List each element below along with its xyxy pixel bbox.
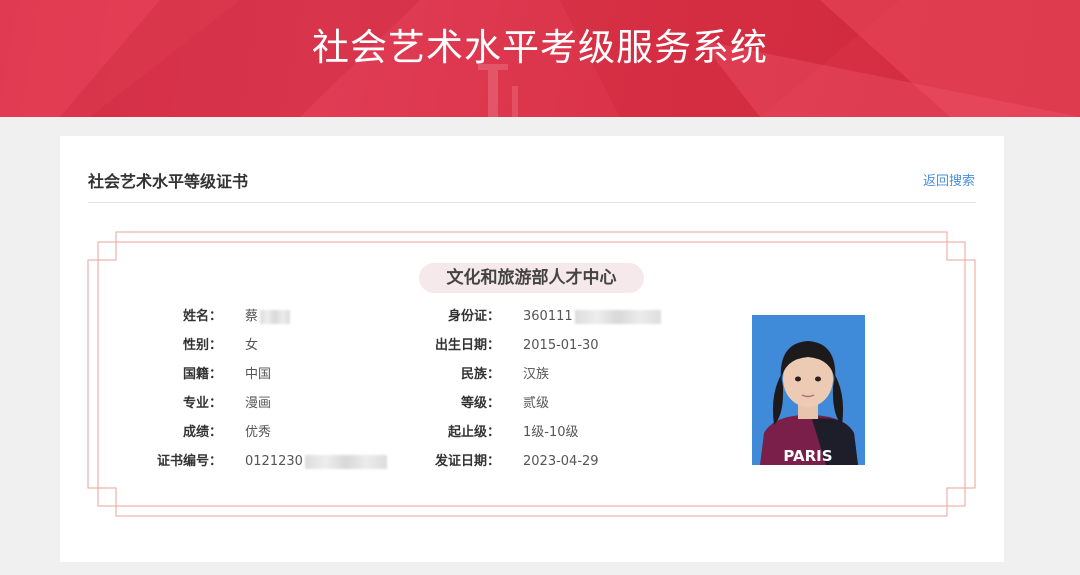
field-value-gender: 女 bbox=[245, 338, 259, 353]
portrait-photo: PARIS bbox=[752, 315, 865, 465]
redacted-blur bbox=[574, 309, 661, 324]
redacted-blur bbox=[304, 454, 387, 469]
field-value-level-range: 1级-10级 bbox=[523, 425, 579, 440]
field-label-nationality: 国籍： bbox=[182, 367, 222, 382]
field-value-id-card: 360111 bbox=[523, 309, 661, 325]
field-label-major: 专业： bbox=[182, 396, 222, 411]
header-banner: 社会艺术水平考级服务系统 bbox=[0, 0, 1080, 117]
field-value-ethnicity: 汉族 bbox=[523, 367, 550, 382]
field-label-name: 姓名： bbox=[182, 309, 222, 324]
certificate-card: 社会艺术水平等级证书 返回搜索 文化和旅游部人才中心 姓名： 蔡 性别： 女 国… bbox=[60, 136, 1004, 562]
field-label-certificate-number: 证书编号： bbox=[156, 454, 222, 469]
photo-shirt-text: PARIS bbox=[783, 447, 832, 465]
app-title: 社会艺术水平考级服务系统 bbox=[312, 26, 768, 69]
field-label-level: 等级： bbox=[460, 396, 500, 411]
field-value-name: 蔡 bbox=[245, 309, 291, 325]
field-value-level: 贰级 bbox=[523, 396, 550, 411]
redacted-blur bbox=[260, 309, 291, 324]
field-value-certificate-number: 0121230 bbox=[245, 454, 387, 470]
field-label-issue-date: 发证日期： bbox=[434, 454, 500, 469]
organization-badge: 文化和旅游部人才中心 bbox=[419, 263, 644, 293]
field-value-major: 漫画 bbox=[245, 396, 272, 411]
field-value-result: 优秀 bbox=[245, 425, 272, 440]
field-label-gender: 性别： bbox=[182, 338, 222, 353]
field-value-birth-date: 2015-01-30 bbox=[523, 338, 599, 353]
field-label-birth-date: 出生日期： bbox=[434, 338, 500, 353]
field-label-level-range: 起止级： bbox=[447, 425, 500, 440]
field-label-id-card: 身份证： bbox=[447, 309, 500, 324]
field-label-ethnicity: 民族： bbox=[460, 367, 500, 382]
field-label-result: 成绩： bbox=[182, 425, 222, 440]
field-value-issue-date: 2023-04-29 bbox=[523, 454, 599, 469]
field-value-nationality: 中国 bbox=[245, 367, 272, 382]
